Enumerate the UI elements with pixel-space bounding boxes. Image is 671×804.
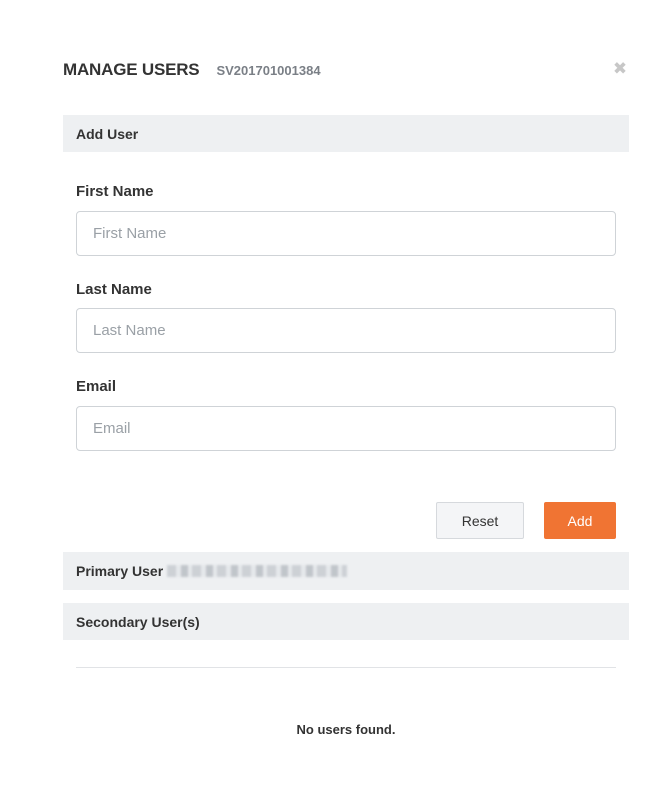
- redacted-email: [167, 565, 348, 577]
- secondary-users-section-header: Secondary User(s): [63, 603, 629, 640]
- primary-user-section-header: Primary User: [63, 552, 629, 590]
- primary-user-label: Primary User: [76, 563, 164, 579]
- email-label: Email: [76, 378, 117, 395]
- last-name-field[interactable]: [76, 308, 616, 353]
- reset-button[interactable]: Reset: [436, 502, 524, 539]
- close-icon[interactable]: ✖: [612, 59, 628, 79]
- email-field[interactable]: [76, 406, 616, 451]
- modal-title: MANAGE USERS: [63, 60, 200, 79]
- divider: [76, 667, 616, 668]
- secondary-users-label: Secondary User(s): [76, 613, 200, 630]
- modal-header: MANAGE USERS SV201701001384: [63, 60, 633, 86]
- first-name-field[interactable]: [76, 211, 616, 256]
- manage-users-modal: MANAGE USERS SV201701001384 ✖ Add User F…: [0, 0, 671, 804]
- add-user-button[interactable]: Add: [544, 502, 616, 539]
- first-name-label: First Name: [76, 183, 154, 200]
- add-user-section-header: Add User: [63, 115, 629, 152]
- last-name-label: Last Name: [76, 281, 152, 298]
- modal-subtitle-id: SV201701001384: [216, 63, 321, 78]
- add-user-section-title: Add User: [76, 125, 139, 142]
- empty-users-message: No users found.: [296, 722, 396, 737]
